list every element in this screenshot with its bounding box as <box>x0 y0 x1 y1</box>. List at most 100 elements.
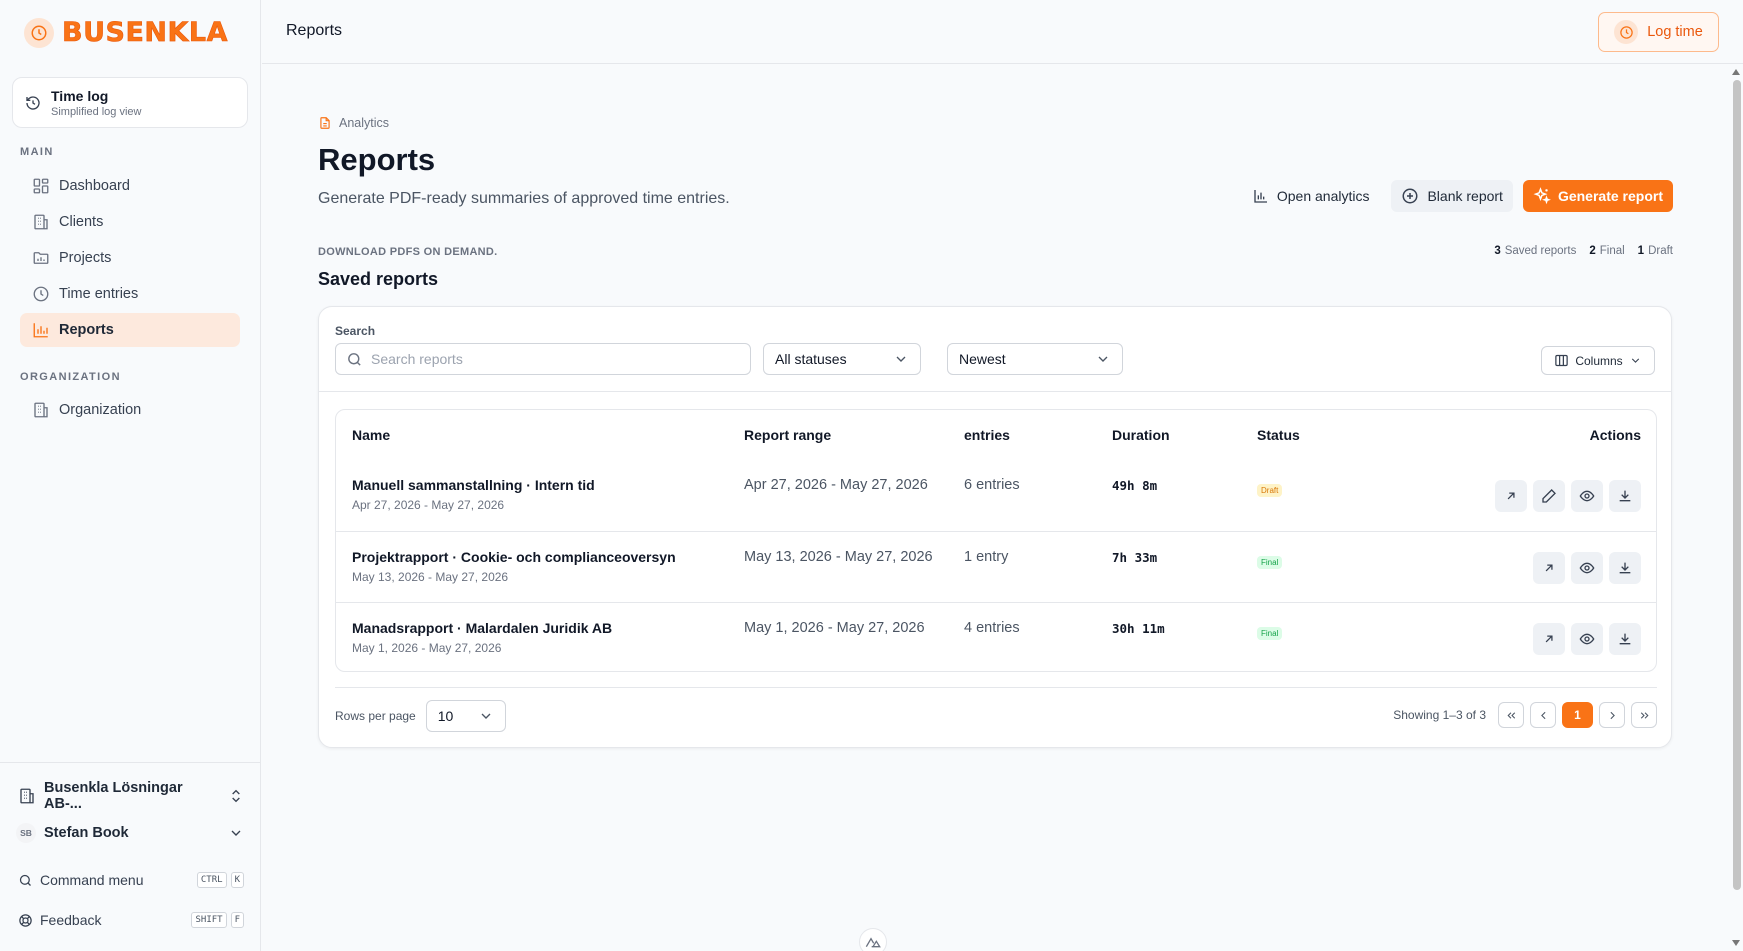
command-menu-button[interactable]: Command menu CTRL K <box>18 872 244 888</box>
breadcrumb: Analytics <box>318 116 389 130</box>
search-field[interactable] <box>335 343 751 375</box>
devtools-toggle-icon[interactable] <box>859 928 887 951</box>
next-page-button[interactable] <box>1599 702 1625 728</box>
sidebar-item-label: Time entries <box>59 286 139 302</box>
brand-logo[interactable]: BUSENKLA <box>24 17 228 48</box>
status-filter-select[interactable]: All statuses <box>763 343 921 375</box>
rows-per-page-label: Rows per page <box>335 709 416 723</box>
scroll-down-arrow-icon[interactable] <box>1732 940 1740 946</box>
columns-icon <box>1554 353 1569 368</box>
generate-report-label: Generate report <box>1557 188 1663 204</box>
report-name[interactable]: Manadsrapport · Malardalen Juridik AB <box>352 620 612 636</box>
feedback-button[interactable]: Feedback SHIFT F <box>18 912 244 928</box>
arrow-up-right-icon <box>1542 561 1556 575</box>
status-badge: Draft <box>1257 484 1283 497</box>
prev-page-button[interactable] <box>1530 702 1556 728</box>
stat-draft: 1 Draft <box>1638 245 1673 257</box>
search-input[interactable] <box>371 351 731 367</box>
download-icon <box>1617 560 1633 576</box>
report-entries: 1 entry <box>964 549 1009 565</box>
sidebar-item-label: Clients <box>59 214 104 230</box>
organization-name: Busenkla Lösningar AB-... <box>44 780 183 812</box>
status-badge: Final <box>1257 627 1283 640</box>
page-subtitle: Generate PDF-ready summaries of approved… <box>318 190 730 207</box>
preview-report-button[interactable] <box>1571 480 1603 512</box>
chevron-right-icon <box>1606 709 1619 722</box>
download-report-button[interactable] <box>1609 480 1641 512</box>
column-header-entries[interactable]: entries <box>964 427 1010 443</box>
sidebar-item-clients[interactable]: Clients <box>20 205 240 239</box>
report-dates: May 1, 2026 - May 27, 2026 <box>352 641 502 655</box>
stat-final: 2 Final <box>1589 245 1624 257</box>
edit-report-button[interactable] <box>1533 480 1565 512</box>
report-range: Apr 27, 2026 - May 27, 2026 <box>744 477 928 493</box>
open-report-button[interactable] <box>1533 623 1565 655</box>
folder-chart-icon <box>32 249 50 267</box>
download-report-button[interactable] <box>1609 552 1641 584</box>
column-header-range[interactable]: Report range <box>744 427 831 443</box>
table-row[interactable]: Manuell sammanstallning · Intern tid Apr… <box>336 460 1656 531</box>
user-menu[interactable]: SB Stefan Book <box>16 823 244 843</box>
download-report-button[interactable] <box>1609 623 1641 655</box>
report-duration: 49h 8m <box>1112 478 1158 493</box>
blank-report-button[interactable]: Blank report <box>1391 180 1513 212</box>
bar-chart-icon <box>32 321 50 339</box>
page-actions: Open analytics Blank report Generate rep… <box>1241 180 1673 212</box>
time-log-title: Time log <box>51 87 109 104</box>
top-bar: Reports Log time <box>262 0 1743 64</box>
shortcut-key: SHIFT <box>191 912 227 928</box>
open-analytics-label: Open analytics <box>1276 188 1370 204</box>
report-name[interactable]: Manuell sammanstallning · Intern tid <box>352 477 595 493</box>
open-analytics-button[interactable]: Open analytics <box>1241 180 1382 212</box>
log-time-button[interactable]: Log time <box>1598 12 1719 52</box>
generate-report-button[interactable]: Generate report <box>1522 180 1673 212</box>
column-header-status[interactable]: Status <box>1257 427 1300 443</box>
eye-icon <box>1579 631 1595 647</box>
page-button-current[interactable]: 1 <box>1562 702 1593 728</box>
chevron-down-icon <box>1095 351 1111 367</box>
blank-report-label: Blank report <box>1427 188 1503 204</box>
last-page-button[interactable] <box>1631 702 1657 728</box>
clock-icon <box>24 17 54 48</box>
preview-report-button[interactable] <box>1571 623 1603 655</box>
column-header-duration[interactable]: Duration <box>1112 427 1170 443</box>
column-header-actions: Actions <box>1589 427 1641 443</box>
section-eyebrow: DOWNLOAD PDFS ON DEMAND. <box>318 246 498 258</box>
brand-name: BUSENKLA <box>62 17 229 49</box>
clock-icon <box>1614 20 1639 44</box>
building-icon <box>32 213 50 231</box>
first-page-button[interactable] <box>1498 702 1524 728</box>
sort-select[interactable]: Newest <box>947 343 1123 375</box>
organization-switcher[interactable]: Busenkla Lösningar AB-... <box>18 780 244 812</box>
log-time-label: Log time <box>1647 24 1703 40</box>
search-icon <box>346 351 363 368</box>
report-name[interactable]: Projektrapport · Cookie- och complianceo… <box>352 549 676 565</box>
sidebar-item-organization[interactable]: Organization <box>20 393 240 427</box>
rows-per-page: Rows per page 10 <box>335 700 506 732</box>
scrollbar-thumb[interactable] <box>1733 80 1741 890</box>
topbar-title: Reports <box>286 22 343 39</box>
chevron-down-icon <box>228 825 244 841</box>
rows-per-page-select[interactable]: 10 <box>425 700 506 732</box>
sidebar-item-label: Dashboard <box>59 178 130 194</box>
sidebar-item-reports[interactable]: Reports <box>20 313 240 347</box>
report-dates: Apr 27, 2026 - May 27, 2026 <box>352 498 505 512</box>
column-header-name[interactable]: Name <box>352 427 390 443</box>
report-dates: May 13, 2026 - May 27, 2026 <box>352 570 509 584</box>
table-header: Name Report range entries Duration Statu… <box>336 410 1656 460</box>
reports-table: Name Report range entries Duration Statu… <box>335 409 1657 672</box>
table-row[interactable]: Projektrapport · Cookie- och complianceo… <box>336 531 1656 602</box>
columns-label: Columns <box>1575 353 1623 368</box>
time-log-card[interactable]: Time log Simplified log view <box>12 77 248 128</box>
columns-button[interactable]: Columns <box>1541 346 1655 375</box>
breadcrumb-label[interactable]: Analytics <box>339 116 389 130</box>
table-row[interactable]: Manadsrapport · Malardalen Juridik AB Ma… <box>336 602 1656 673</box>
scroll-up-arrow-icon[interactable] <box>1732 69 1740 75</box>
sidebar-item-dashboard[interactable]: Dashboard <box>20 169 240 203</box>
open-report-button[interactable] <box>1533 552 1565 584</box>
preview-report-button[interactable] <box>1571 552 1603 584</box>
sidebar-item-projects[interactable]: Projects <box>20 241 240 275</box>
open-report-button[interactable] <box>1495 480 1527 512</box>
report-entries: 4 entries <box>964 620 1020 636</box>
sidebar-item-time-entries[interactable]: Time entries <box>20 277 240 311</box>
